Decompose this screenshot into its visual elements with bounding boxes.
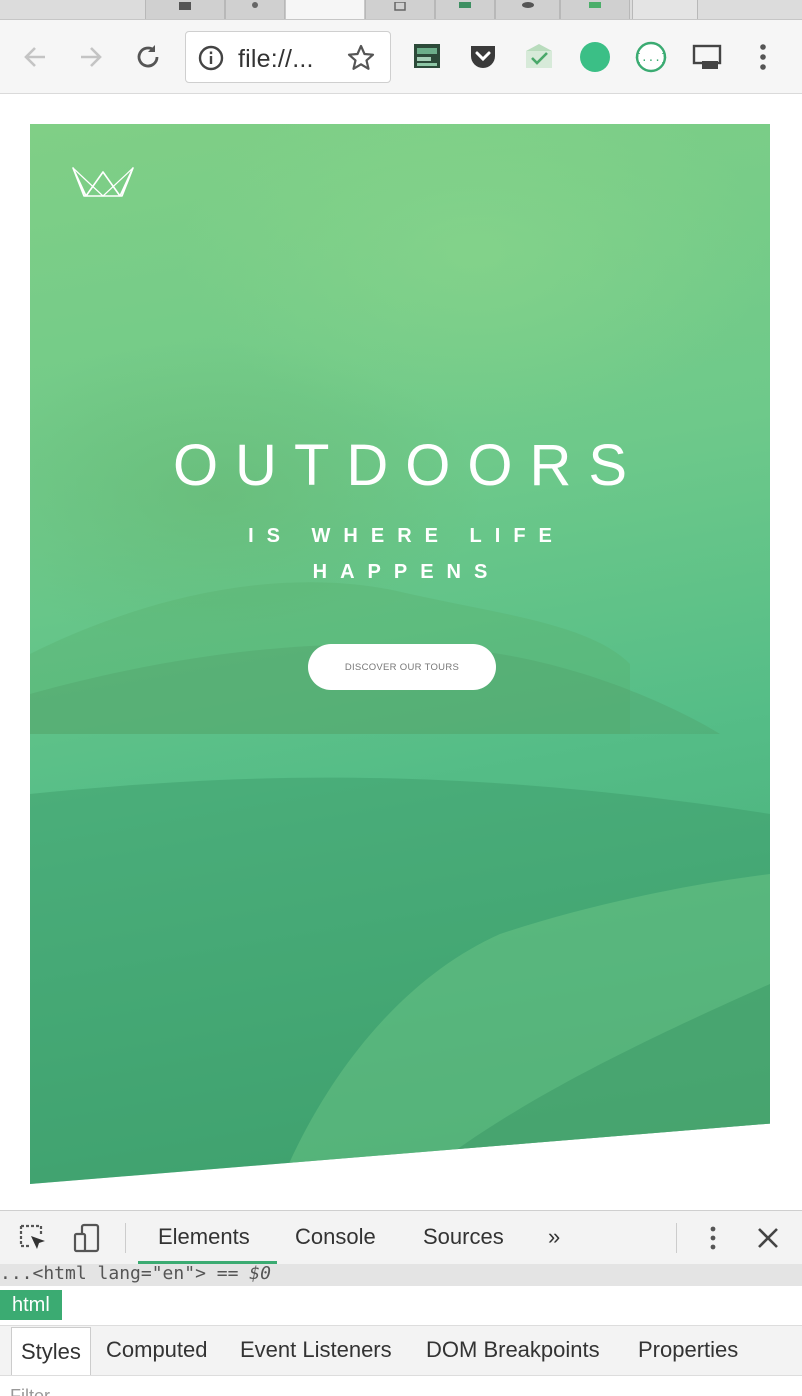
tab-favicon-gear-icon (252, 2, 258, 8)
tab-favicon-document-icon (394, 2, 406, 11)
tab-favicon-github-icon (521, 2, 534, 8)
tab-sources[interactable]: Sources (423, 1224, 504, 1250)
tab-event-listeners[interactable]: Event Listeners (231, 1326, 401, 1374)
image-extension-button[interactable] (410, 40, 444, 74)
info-icon[interactable] (198, 45, 224, 71)
selected-element-line[interactable]: ...<html lang="en"> == $0 (0, 1264, 802, 1286)
json-viewer-icon: {...} (634, 41, 668, 73)
devtools-panel: Elements Console Sources » ...<html lang… (0, 1210, 802, 1396)
browser-tab[interactable] (145, 0, 225, 19)
selected-element-eq: == (205, 1264, 250, 1284)
pocket-icon (471, 46, 495, 68)
sidebar-tabs: Styles Computed Event Listeners DOM Brea… (0, 1326, 802, 1376)
browser-tab-active[interactable] (285, 0, 365, 19)
more-tabs-button[interactable]: » (548, 1224, 560, 1250)
forward-arrow-icon (81, 47, 102, 67)
selected-element-ref: $0 (249, 1264, 271, 1284)
back-button[interactable] (18, 40, 52, 74)
green-circle-extension-button[interactable] (578, 40, 612, 74)
page-viewport: OUTDOORS IS WHERE LIFE HAPPENS DISCOVER … (0, 95, 802, 1210)
devtools-separator (676, 1223, 677, 1253)
cast-button[interactable] (690, 40, 724, 74)
tab-properties[interactable]: Properties (629, 1326, 747, 1374)
tab-console[interactable]: Console (295, 1224, 376, 1250)
cast-icon (692, 44, 722, 69)
devtools-separator (125, 1223, 126, 1253)
new-tab-button[interactable] (632, 0, 698, 19)
pocket-button[interactable] (466, 40, 500, 74)
tab-styles[interactable]: Styles (11, 1327, 91, 1375)
tab-strip (0, 0, 802, 20)
browser-tab[interactable] (495, 0, 560, 19)
device-toolbar-icon[interactable] (72, 1223, 102, 1253)
tab-favicon-dark-square-icon (179, 2, 191, 10)
hero-section: OUTDOORS IS WHERE LIFE HAPPENS DISCOVER … (30, 124, 770, 1184)
hero-heading: OUTDOORS (172, 433, 645, 498)
filter-input[interactable]: Filter (10, 1386, 50, 1396)
svg-text:{...}: {...} (634, 51, 667, 64)
tab-elements[interactable]: Elements (158, 1224, 250, 1250)
hero-landscape-ridge (30, 582, 720, 734)
back-arrow-icon (24, 47, 45, 67)
tab-dom-breakpoints[interactable]: DOM Breakpoints (417, 1326, 609, 1374)
browser-tab[interactable] (225, 0, 285, 19)
hero-landscape-lake (30, 777, 770, 1184)
discover-tours-button[interactable]: DISCOVER OUR TOURS (308, 644, 496, 690)
reload-icon (137, 45, 159, 68)
tab-favicon-green-square-icon (459, 2, 471, 8)
devtools-toolbar: Elements Console Sources » (0, 1211, 802, 1264)
image-extension-icon (414, 44, 440, 68)
browser-menu-button[interactable] (746, 40, 780, 74)
tab-computed[interactable]: Computed (97, 1326, 217, 1374)
styles-filter-bar: Filter (0, 1376, 802, 1396)
selected-element-tag: ...<html lang="en"> (0, 1264, 206, 1284)
reload-button[interactable] (131, 40, 165, 74)
inspect-element-icon[interactable] (18, 1223, 48, 1253)
browser-tab[interactable] (365, 0, 435, 19)
green-circle-extension-icon (580, 42, 610, 72)
menu-kebab-icon (760, 44, 766, 70)
star-icon[interactable] (346, 43, 376, 73)
crown-logo-icon[interactable] (70, 162, 136, 202)
address-bar[interactable]: file://... (185, 31, 391, 83)
tab-favicon-green-icon (589, 2, 601, 8)
browser-tab[interactable] (560, 0, 630, 19)
address-url: file://... (238, 45, 314, 73)
hero-subheading: IS WHERE LIFE HAPPENS (248, 525, 565, 583)
breadcrumb-item-html[interactable]: html (0, 1290, 62, 1320)
forward-button[interactable] (74, 40, 108, 74)
browser-toolbar: file://... {...} (0, 20, 802, 94)
close-icon[interactable] (753, 1223, 783, 1253)
browser-tab[interactable] (435, 0, 495, 19)
devtools-menu-kebab-icon[interactable] (698, 1223, 728, 1253)
checkmark-extension-button[interactable] (522, 40, 556, 74)
checkmark-extension-icon (526, 44, 552, 68)
breadcrumb: html (0, 1286, 802, 1326)
json-viewer-button[interactable]: {...} (634, 40, 668, 74)
